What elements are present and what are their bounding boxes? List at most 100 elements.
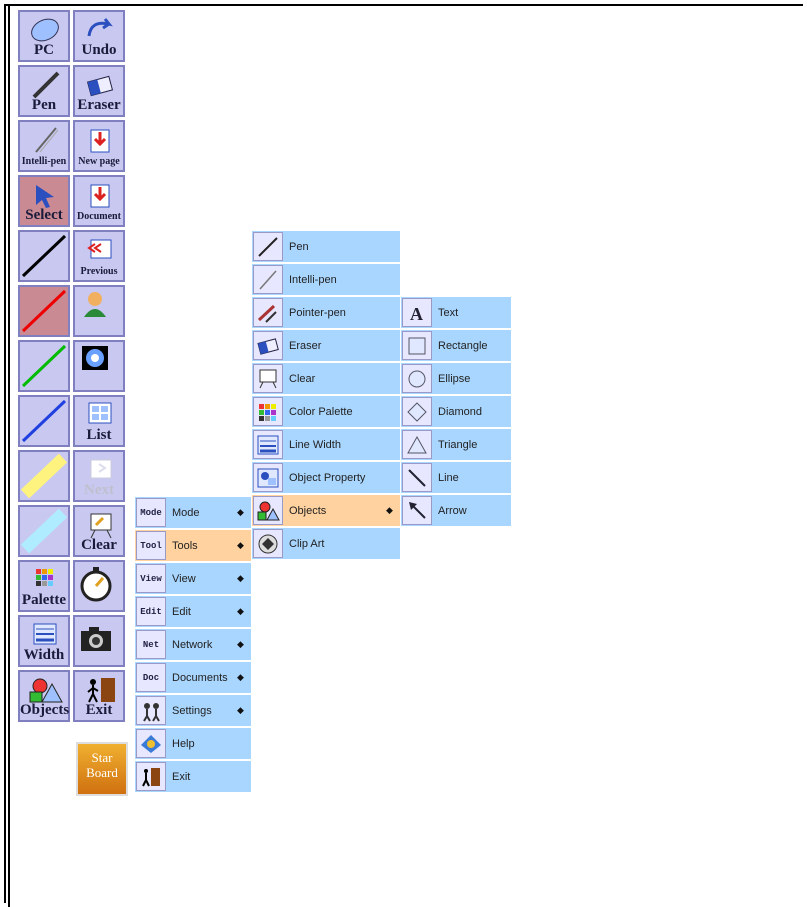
color-palette-icon xyxy=(253,397,283,426)
red-line-icon xyxy=(21,289,67,333)
objects-menu-item-diamond[interactable]: Diamond xyxy=(401,396,511,427)
tools-menu-item-eraser[interactable]: Eraser xyxy=(252,330,400,361)
objects-menu-item-ellipse[interactable]: Ellipse xyxy=(401,363,511,394)
toolbar-button-black-line[interactable] xyxy=(18,230,70,282)
objects-menu-item-label: Triangle xyxy=(438,438,478,451)
new-page-icon xyxy=(81,126,119,154)
tools-menu-item-label: Line Width xyxy=(289,438,341,451)
screen-capture-icon xyxy=(76,344,122,388)
previous-page-icon xyxy=(81,236,119,264)
svg-text:A: A xyxy=(410,304,423,324)
toolbar-button-select[interactable]: Select xyxy=(18,175,70,227)
pointer-pen-icon xyxy=(253,298,283,327)
toolbar-button-cyan-highlighter[interactable] xyxy=(18,505,70,557)
main-menu-item-mode[interactable]: Mode Mode ◆ xyxy=(135,497,251,528)
toolbar-button-label: Clear xyxy=(81,537,117,553)
settings-icon xyxy=(136,696,166,725)
objects-menu-item-line[interactable]: Line xyxy=(401,462,511,493)
object-property-icon xyxy=(253,463,283,492)
main-menu-item-exit[interactable]: Exit xyxy=(135,761,251,792)
tools-menu-item-color-palette[interactable]: Color Palette xyxy=(252,396,400,427)
toolbar-button-document[interactable]: Document xyxy=(73,175,125,227)
starboard-logo-button[interactable]: Star Board xyxy=(76,742,128,796)
tools-menu-item-clear[interactable]: Clear xyxy=(252,363,400,394)
menu-tag-label: Mode xyxy=(140,507,162,518)
undo-arrow-icon xyxy=(81,16,119,44)
toolbar-button-green-line[interactable] xyxy=(18,340,70,392)
toolbar-button-clear[interactable]: Clear xyxy=(73,505,125,557)
objects-menu-item-text[interactable]: A Text xyxy=(401,297,511,328)
tools-menu-item-pen[interactable]: Pen xyxy=(252,231,400,262)
tools-menu-item-objects[interactable]: Objects ◆ xyxy=(252,495,400,526)
toolbar-button-exit[interactable]: Exit xyxy=(73,670,125,722)
toolbar-button-list[interactable]: List xyxy=(73,395,125,447)
objects-menu-item-rectangle[interactable]: Rectangle xyxy=(401,330,511,361)
toolbar-button-blue-line[interactable] xyxy=(18,395,70,447)
tools-menu-item-label: Pen xyxy=(289,240,309,253)
toolbar-button-eraser[interactable]: Eraser xyxy=(73,65,125,117)
pen-icon xyxy=(253,232,283,261)
tools-menu-item-label: Color Palette xyxy=(289,405,353,418)
network-icon: Net xyxy=(136,630,166,659)
submenu-arrow-icon: ◆ xyxy=(386,505,393,515)
main-menu-item-edit[interactable]: Edit Edit ◆ xyxy=(135,596,251,627)
submenu-arrow-icon: ◆ xyxy=(237,507,244,517)
select-arrow-icon xyxy=(26,181,64,209)
objects-menu-item-label: Line xyxy=(438,471,459,484)
main-menu-item-view[interactable]: View View ◆ xyxy=(135,563,251,594)
main-menu-item-documents[interactable]: Doc Documents ◆ xyxy=(135,662,251,693)
blue-line-icon xyxy=(21,399,67,443)
toolbar-button-previous[interactable]: Previous xyxy=(73,230,125,282)
toolbar-button-camera[interactable] xyxy=(73,615,125,667)
tools-menu-item-pointer-pen[interactable]: Pointer-pen xyxy=(252,297,400,328)
tools-menu-item-intelli-pen[interactable]: Intelli-pen xyxy=(252,264,400,295)
main-menu-item-network[interactable]: Net Network ◆ xyxy=(135,629,251,660)
toolbar-button-label: PC xyxy=(34,42,54,58)
toolbar-button-label: Pen xyxy=(31,97,57,113)
starboard-line1: Star xyxy=(91,750,113,765)
document-icon xyxy=(81,181,119,209)
toolbar-button-yellow-highlighter[interactable] xyxy=(18,450,70,502)
toolbar-button-palette[interactable]: Palette xyxy=(18,560,70,612)
toolbar-button-label: Intelli-pen xyxy=(21,156,67,167)
main-menu-item-help[interactable]: Help xyxy=(135,728,251,759)
toolbar-button-label: Palette xyxy=(21,592,67,608)
main-menu-item-tools[interactable]: Tool Tools ◆ xyxy=(135,530,251,561)
tools-menu-item-label: Clip Art xyxy=(289,537,325,550)
toolbar-button-user[interactable] xyxy=(73,285,125,337)
menu-tag-label: Edit xyxy=(140,606,162,617)
objects-menu-item-triangle[interactable]: Triangle xyxy=(401,429,511,460)
toolbar-button-label: Next xyxy=(84,482,114,498)
objects-menu-item-arrow[interactable]: Arrow xyxy=(401,495,511,526)
toolbar-button-stopwatch[interactable] xyxy=(73,560,125,612)
arrow-icon xyxy=(402,496,432,525)
toolbar-button-intelli-pen[interactable]: Intelli-pen xyxy=(18,120,70,172)
toolbar-button-pc[interactable]: PC xyxy=(18,10,70,62)
intelli-pen-icon xyxy=(253,265,283,294)
toolbar-button-label: Eraser xyxy=(77,97,121,113)
toolbar-button-undo[interactable]: Undo xyxy=(73,10,125,62)
toolbar-button-label: Previous xyxy=(80,266,118,277)
toolbar-button-pen[interactable]: Pen xyxy=(18,65,70,117)
help-icon xyxy=(136,729,166,758)
toolbar-button-objects[interactable]: Objects xyxy=(18,670,70,722)
objects-menu-item-label: Arrow xyxy=(438,504,467,517)
toolbar-button-screen-capture[interactable] xyxy=(73,340,125,392)
toolbar-button-next[interactable]: Next xyxy=(73,450,125,502)
toolbar-button-red-line[interactable] xyxy=(18,285,70,337)
tools-menu-item-label: Intelli-pen xyxy=(289,273,337,286)
tools-menu-item-clip-art[interactable]: Clip Art xyxy=(252,528,400,559)
toolbar-button-width[interactable]: Width xyxy=(18,615,70,667)
palette-icon xyxy=(26,566,64,594)
width-icon xyxy=(26,621,64,649)
tools-menu-item-line-width[interactable]: Line Width xyxy=(252,429,400,460)
menu-tag-label: Net xyxy=(142,639,160,650)
mode-icon: Mode xyxy=(136,498,166,527)
main-menu-item-label: Exit xyxy=(172,770,191,783)
toolbar-button-new-page[interactable]: New page xyxy=(73,120,125,172)
tools-menu-item-object-property[interactable]: Object Property xyxy=(252,462,400,493)
black-line-icon xyxy=(21,234,67,278)
toolbar-button-label: Exit xyxy=(85,702,113,718)
main-menu: Mode Mode ◆ Tool Tools ◆ View View ◆ Edit Edit ◆ Net… xyxy=(135,497,251,794)
main-menu-item-settings[interactable]: Settings ◆ xyxy=(135,695,251,726)
